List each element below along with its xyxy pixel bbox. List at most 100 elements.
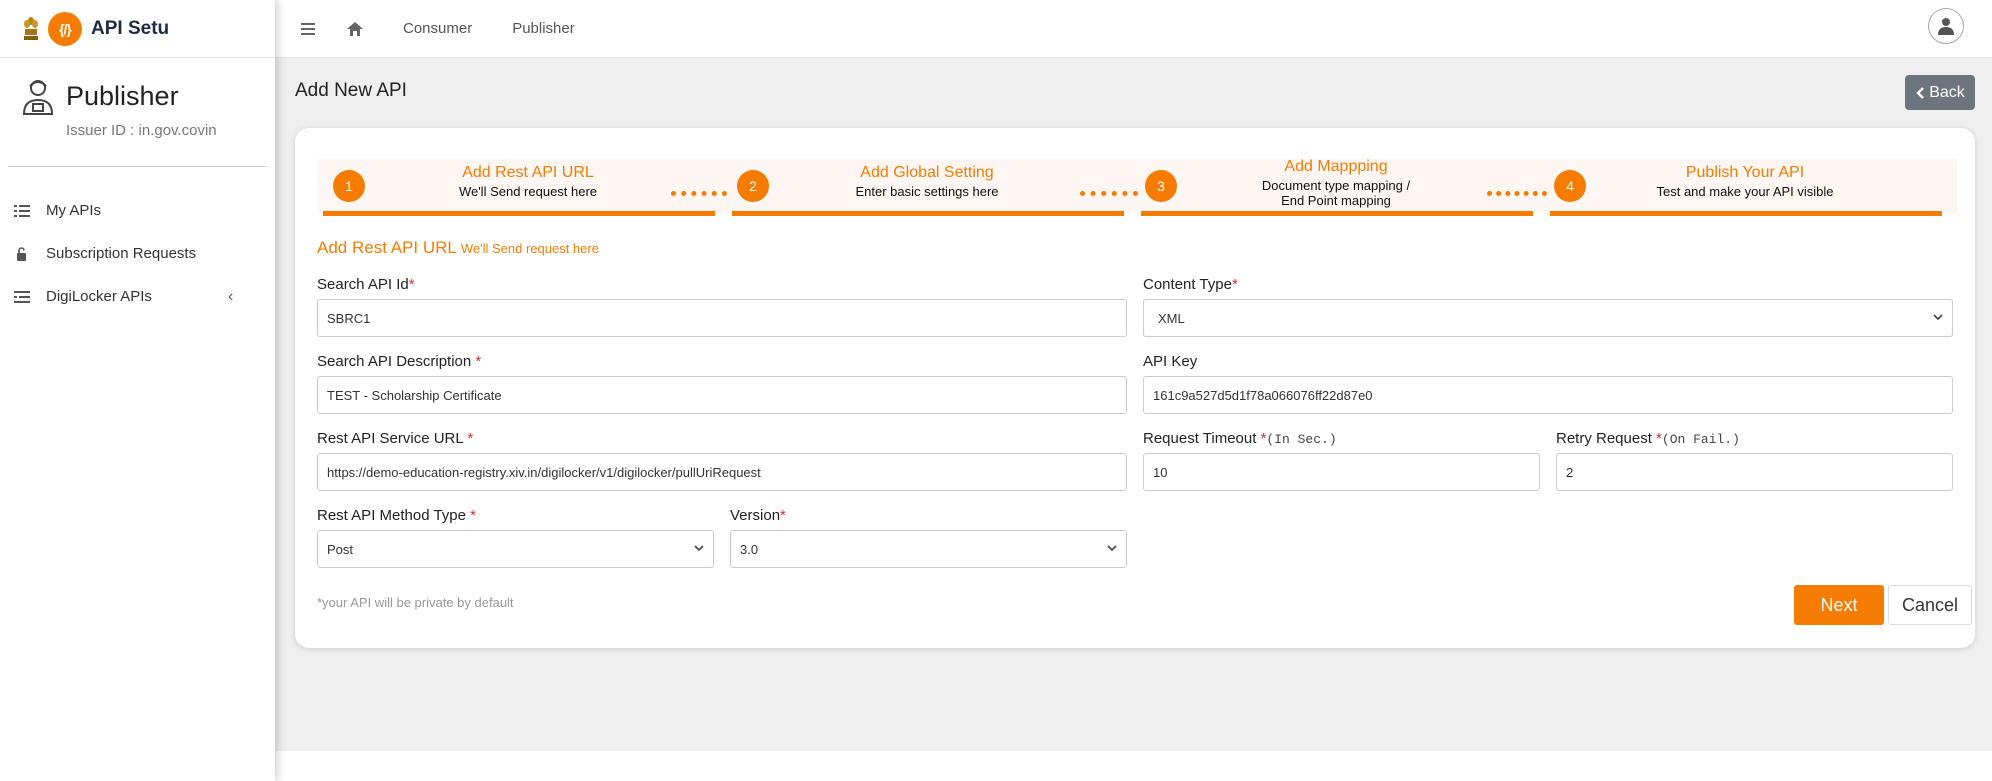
retry-request-input[interactable] bbox=[1556, 453, 1953, 491]
label-text: Search API Id bbox=[317, 276, 409, 293]
chevron-left-icon[interactable]: ‹ bbox=[228, 288, 233, 306]
search-api-id-input[interactable] bbox=[317, 299, 1127, 337]
api-key-label: API Key bbox=[1143, 353, 1198, 370]
step-number: 1 bbox=[333, 170, 365, 202]
label-text: Retry Request bbox=[1556, 430, 1657, 447]
content-type-label: Content Type* bbox=[1143, 276, 1238, 293]
label-text: Content Type bbox=[1143, 276, 1232, 293]
required-mark: * bbox=[408, 276, 415, 293]
step-subtitle: Enter basic settings here bbox=[855, 184, 999, 199]
main-content: Add New API Back 1 Add Rest API URL We'l… bbox=[275, 58, 1992, 751]
brand[interactable]: {/} API Setu bbox=[0, 0, 275, 58]
step-number: 3 bbox=[1145, 170, 1177, 202]
step-title: Add Global Setting bbox=[860, 164, 994, 181]
search-api-description-input[interactable] bbox=[317, 376, 1127, 414]
step-progress-bar bbox=[1550, 211, 1942, 216]
home-icon[interactable] bbox=[347, 21, 363, 36]
nav-link-consumer[interactable]: Consumer bbox=[403, 20, 472, 37]
label-text: Request Timeout bbox=[1143, 430, 1261, 447]
api-setu-logo: {/} bbox=[48, 11, 82, 46]
step-subtitle: We'll Send request here bbox=[458, 184, 598, 199]
step-subtitle: Test and make your API visible bbox=[1656, 184, 1834, 199]
publisher-avatar-icon bbox=[22, 80, 54, 115]
sidebar-item-label: DigiLocker APIs bbox=[46, 288, 152, 305]
next-button[interactable]: Next bbox=[1794, 585, 1884, 625]
step-number: 4 bbox=[1554, 170, 1586, 202]
step-title: Publish Your API bbox=[1685, 164, 1805, 181]
section-title: Add Rest API URL We'll Send request here bbox=[317, 238, 599, 258]
issuer-id: Issuer ID : in.gov.covin bbox=[66, 122, 217, 139]
chevron-left-icon bbox=[1916, 86, 1925, 99]
sidebar-nav: My APIs Subscription Requests DigiLocker… bbox=[0, 189, 275, 318]
chevron-down-icon bbox=[694, 545, 704, 552]
label-hint: (In Sec.) bbox=[1266, 432, 1337, 447]
section-subtitle: We'll Send request here bbox=[460, 241, 599, 256]
required-mark: * bbox=[467, 430, 474, 447]
label-text: Rest API Service URL bbox=[317, 430, 468, 447]
step-4[interactable]: 4 Publish Your API Test and make your AP… bbox=[1550, 158, 1942, 216]
brand-name: API Setu bbox=[91, 17, 170, 39]
select-value: XML bbox=[1158, 310, 1185, 326]
sidebar-divider bbox=[8, 166, 267, 167]
rest-api-method-type-select[interactable]: Post bbox=[317, 530, 714, 568]
rest-api-service-url-input[interactable] bbox=[317, 453, 1127, 491]
hamburger-menu-icon[interactable] bbox=[301, 22, 317, 36]
step-title: Add Rest API URL bbox=[462, 164, 594, 181]
rest-api-service-url-label: Rest API Service URL * bbox=[317, 430, 473, 447]
required-mark: * bbox=[470, 507, 476, 524]
step-progress-bar bbox=[1141, 211, 1533, 216]
required-mark: * bbox=[780, 507, 786, 524]
list-icon bbox=[14, 290, 30, 303]
label-text: Rest API Method Type bbox=[317, 507, 471, 524]
profile-title: Publisher bbox=[66, 80, 179, 111]
list-icon bbox=[14, 204, 30, 217]
version-label: Version* bbox=[730, 507, 786, 524]
step-connector bbox=[1487, 191, 1547, 199]
content-type-select[interactable]: XML bbox=[1143, 299, 1953, 337]
request-timeout-label: Request Timeout *(In Sec.) bbox=[1143, 430, 1337, 447]
profile-block: Publisher Issuer ID : in.gov.covin bbox=[0, 58, 275, 166]
step-2[interactable]: 2 Add Global Setting Enter basic setting… bbox=[732, 158, 1124, 216]
add-api-card: 1 Add Rest API URL We'll Send request he… bbox=[295, 128, 1975, 648]
sidebar-item-label: Subscription Requests bbox=[46, 245, 197, 262]
back-button-label: Back bbox=[1929, 83, 1965, 101]
nav-link-publisher[interactable]: Publisher bbox=[512, 20, 575, 37]
step-number: 2 bbox=[737, 170, 769, 202]
user-icon bbox=[1938, 18, 1954, 35]
private-default-note: *your API will be private by default bbox=[317, 595, 514, 610]
section-title-text: Add Rest API URL bbox=[317, 238, 457, 257]
step-progress-bar bbox=[323, 211, 715, 216]
step-connector bbox=[1080, 191, 1138, 199]
step-subtitle-line-2: End Point mapping bbox=[1281, 193, 1391, 208]
back-button[interactable]: Back bbox=[1905, 75, 1975, 110]
label-hint: (On Fail.) bbox=[1661, 432, 1740, 447]
chevron-down-icon bbox=[1933, 314, 1943, 321]
footer-strip bbox=[275, 751, 1992, 781]
step-3[interactable]: 3 Add Mappping Document type mapping / E… bbox=[1141, 158, 1533, 216]
label-text: Search API Description bbox=[317, 353, 476, 370]
step-progress-bar bbox=[732, 211, 1124, 216]
step-title: Add Mappping bbox=[1284, 158, 1388, 175]
step-subtitle: Document type mapping / bbox=[1261, 178, 1411, 193]
search-api-id-label: Search API Id* bbox=[317, 276, 415, 293]
request-timeout-input[interactable] bbox=[1143, 453, 1540, 491]
select-value: 3.0 bbox=[740, 541, 759, 557]
required-mark: * bbox=[475, 353, 482, 370]
step-connector bbox=[671, 191, 727, 199]
retry-request-label: Retry Request *(On Fail.) bbox=[1556, 430, 1740, 447]
sidebar-item-digilocker-apis[interactable]: DigiLocker APIs ‹ bbox=[0, 275, 275, 318]
page-title: Add New API bbox=[295, 80, 407, 101]
rest-api-method-type-label: Rest API Method Type * bbox=[317, 507, 476, 524]
chevron-down-icon bbox=[1107, 545, 1117, 552]
version-select[interactable]: 3.0 bbox=[730, 530, 1127, 568]
user-menu-button[interactable] bbox=[1928, 8, 1964, 44]
api-key-input[interactable] bbox=[1143, 376, 1953, 414]
cancel-button[interactable]: Cancel bbox=[1888, 585, 1972, 625]
sidebar-item-my-apis[interactable]: My APIs bbox=[0, 189, 275, 232]
label-text: Version bbox=[730, 507, 781, 524]
select-value: Post bbox=[327, 541, 354, 557]
step-1[interactable]: 1 Add Rest API URL We'll Send request he… bbox=[323, 158, 715, 216]
sidebar-item-subscription-requests[interactable]: Subscription Requests bbox=[0, 232, 275, 275]
sidebar-item-label: My APIs bbox=[46, 202, 102, 219]
required-mark: * bbox=[1231, 276, 1238, 293]
